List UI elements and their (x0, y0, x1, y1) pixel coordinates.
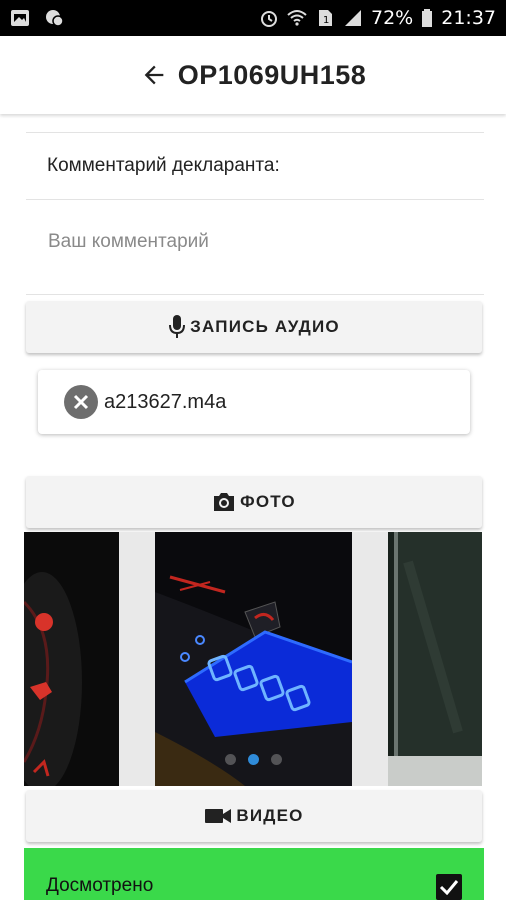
alarm-icon (261, 11, 277, 27)
svg-text:1: 1 (323, 15, 329, 26)
video-button[interactable]: ВИДЕО (26, 790, 482, 842)
divider (26, 132, 484, 133)
page-title: OP1069UH158 (177, 59, 367, 90)
comment-input[interactable] (26, 214, 484, 270)
microphone-icon (169, 315, 186, 338)
close-circle-icon[interactable] (64, 385, 98, 419)
clock: 21:37 (441, 7, 496, 29)
pager-dot-active[interactable] (247, 754, 259, 765)
viewed-row[interactable]: Досмотрено (24, 848, 484, 900)
comment-label: Комментарий декларанта: (47, 155, 280, 176)
photo-thumbnail[interactable] (155, 532, 352, 786)
pager-dot[interactable] (270, 754, 282, 765)
checkmark-icon (439, 880, 459, 895)
battery-percent: 72% (371, 7, 414, 29)
battery-icon (422, 9, 433, 27)
wifi-icon (287, 10, 307, 26)
chat-icon (46, 10, 64, 27)
divider (26, 199, 484, 200)
photo-thumbnail[interactable] (24, 532, 119, 786)
signal-icon (345, 10, 361, 26)
audio-file-item: a213627.m4a (38, 370, 470, 434)
status-bar: 1 72% 21:37 (0, 0, 506, 36)
app-bar: OP1069UH158 (0, 36, 506, 114)
photo-thumbnail[interactable] (388, 532, 482, 786)
photo-button[interactable]: ФОТО (26, 476, 482, 528)
photo-carousel[interactable] (24, 532, 482, 786)
carousel-pager (24, 754, 482, 765)
audio-file-name: a213627.m4a (104, 390, 227, 413)
pager-dot[interactable] (224, 754, 236, 765)
sim-icon: 1 (319, 10, 332, 26)
video-label: ВИДЕО (236, 806, 304, 825)
photo-label: ФОТО (240, 492, 296, 511)
viewed-label: Досмотрено (46, 875, 154, 896)
divider (26, 294, 484, 295)
record-audio-button[interactable]: ЗАПИСЬ АУДИО (26, 301, 482, 353)
videocam-icon (205, 809, 232, 823)
viewed-checkbox[interactable] (436, 874, 462, 900)
image-icon (11, 10, 29, 26)
arrow-left-icon[interactable] (140, 61, 168, 89)
app-screen: 1 72% 21:37 OP1069UH158 Комментарий декл… (0, 0, 506, 900)
record-audio-label: ЗАПИСЬ АУДИО (190, 317, 340, 336)
camera-icon (214, 493, 235, 511)
